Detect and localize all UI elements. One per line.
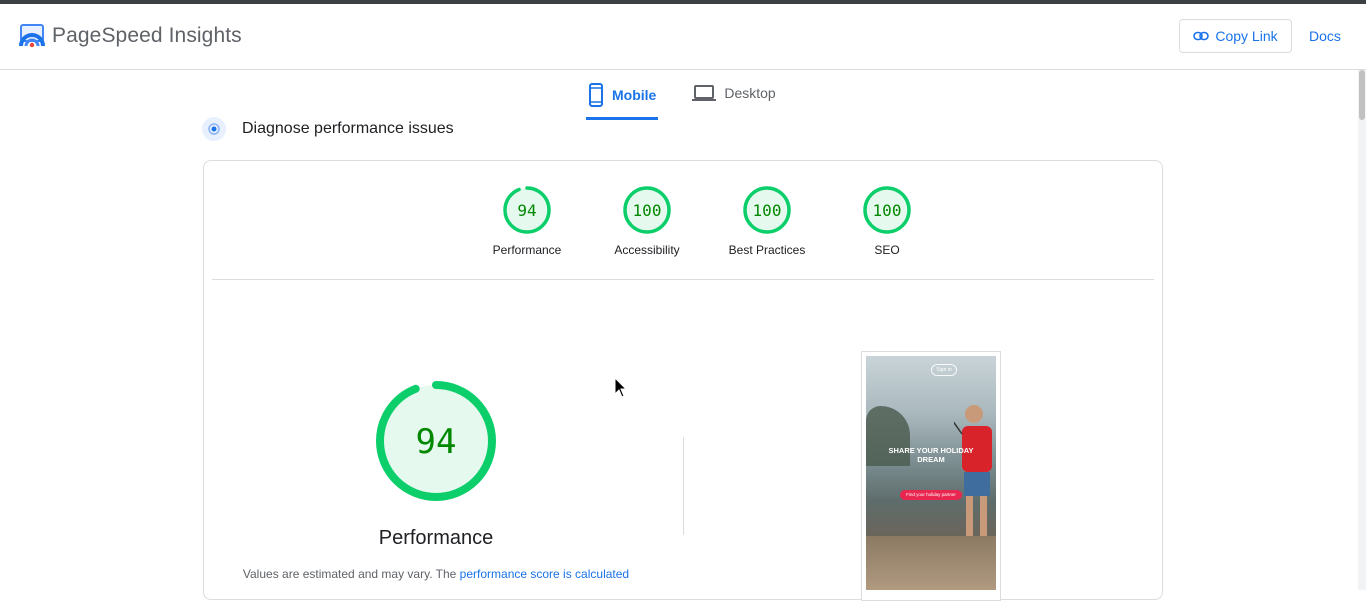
gauge-seo-label: SEO: [874, 243, 900, 257]
pagespeed-logo-icon[interactable]: [18, 24, 46, 50]
screenshot-dock: [866, 536, 996, 590]
screenshot-person-figure: [954, 405, 992, 536]
gauge-performance-ring: 94: [503, 186, 551, 234]
gauges-divider: [212, 279, 1154, 280]
app-title[interactable]: PageSpeed Insights: [52, 24, 242, 48]
phone-icon: [589, 82, 603, 107]
scrollbar-thumb[interactable]: [1359, 70, 1365, 120]
gauge-accessibility-value: 100: [633, 201, 662, 220]
performance-main-gauge: 94: [376, 381, 496, 501]
estimate-note-text: Values are estimated and may vary. The: [242, 567, 460, 581]
link-icon: [1193, 31, 1210, 41]
laptop-icon: [692, 85, 717, 101]
gauge-performance[interactable]: 94 Performance: [467, 185, 587, 257]
app-header: PageSpeed Insights Copy Link Docs: [0, 4, 1366, 70]
final-screenshot-image: Sign in SHARE YOUR HOLIDAY DREAM Find yo…: [866, 356, 996, 590]
gauge-accessibility-ring: 100: [623, 186, 671, 234]
estimate-note: Values are estimated and may vary. The p…: [224, 567, 648, 581]
tab-desktop[interactable]: Desktop: [690, 70, 777, 116]
copy-link-label: Copy Link: [1215, 28, 1278, 44]
gauge-best-practices-label: Best Practices: [728, 243, 806, 257]
screenshot-signin: Sign in: [931, 364, 957, 376]
device-tabs: Mobile Desktop: [586, 70, 810, 120]
score-calculation-link[interactable]: performance score is calculated: [460, 567, 629, 581]
tab-mobile[interactable]: Mobile: [586, 70, 659, 120]
tab-mobile-label: Mobile: [612, 86, 657, 103]
report-card: 94 Performance 100 Accessibility 100 Bes…: [203, 160, 1163, 601]
vertical-divider: [683, 437, 684, 535]
section-title: Diagnose performance issues: [242, 120, 454, 137]
gauge-accessibility[interactable]: 100 Accessibility: [587, 185, 707, 257]
gauge-best-practices-ring: 100: [743, 186, 791, 234]
tab-desktop-label: Desktop: [724, 85, 776, 101]
gauge-performance-value: 94: [517, 201, 536, 220]
gauge-best-practices[interactable]: 100 Best Practices: [707, 185, 827, 257]
screenshot-headline: SHARE YOUR HOLIDAY DREAM: [888, 446, 974, 464]
gauge-seo-ring: 100: [863, 186, 911, 234]
docs-link[interactable]: Docs: [1309, 28, 1341, 44]
page-scrollbar[interactable]: [1358, 70, 1366, 590]
performance-main-score: 94: [416, 422, 457, 462]
score-gauges: 94 Performance 100 Accessibility 100 Bes…: [467, 185, 947, 257]
gauge-performance-label: Performance: [492, 243, 562, 257]
diagnose-section-header: Diagnose performance issues: [202, 117, 454, 141]
performance-heading: Performance: [378, 527, 494, 549]
gauge-best-practices-value: 100: [753, 201, 782, 220]
mouse-cursor-icon: [614, 377, 628, 398]
gauge-accessibility-label: Accessibility: [614, 243, 680, 257]
gauge-seo-value: 100: [873, 201, 902, 220]
screenshot-cta: Find your holiday partner: [900, 490, 962, 500]
final-screenshot-frame: Sign in SHARE YOUR HOLIDAY DREAM Find yo…: [861, 351, 1001, 601]
copy-link-button[interactable]: Copy Link: [1179, 19, 1292, 53]
diagnose-icon: [202, 117, 226, 141]
gauge-seo[interactable]: 100 SEO: [827, 185, 947, 257]
